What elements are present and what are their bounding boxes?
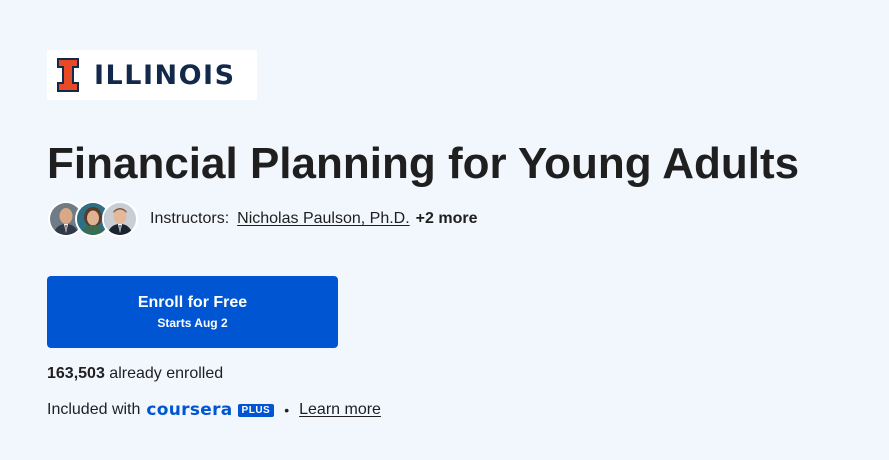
instructors-row: Instructors: Nicholas Paulson, Ph.D. +2 … xyxy=(48,201,477,237)
instructors-label: Instructors: xyxy=(150,210,230,227)
plus-badge: PLUS xyxy=(237,403,275,417)
instructor-link[interactable]: Nicholas Paulson, Ph.D. xyxy=(237,210,410,228)
enrollment-count: 163,503 already enrolled xyxy=(47,363,223,385)
included-prefix: Included with xyxy=(47,401,141,418)
learn-more-link[interactable]: Learn more xyxy=(299,401,381,419)
more-instructors-link[interactable]: +2 more xyxy=(416,210,478,228)
avatar xyxy=(102,201,138,237)
university-logo[interactable]: ILLINOIS xyxy=(47,50,257,100)
included-row: Included with coursera PLUS • Learn more xyxy=(47,399,381,421)
enroll-button[interactable]: Enroll for Free Starts Aug 2 xyxy=(47,276,338,348)
separator-dot: • xyxy=(284,402,290,418)
block-i-icon xyxy=(57,58,79,92)
instructor-avatars[interactable] xyxy=(48,201,142,237)
enroll-start-date: Starts Aug 2 xyxy=(157,316,228,330)
coursera-logo: coursera xyxy=(146,400,233,420)
course-title: Financial Planning for Young Adults xyxy=(47,139,800,188)
enroll-label: Enroll for Free xyxy=(137,294,248,311)
logo-text: ILLINOIS xyxy=(94,59,236,91)
enrolled-suffix: already enrolled xyxy=(109,365,224,382)
enrolled-number: 163,503 xyxy=(47,365,105,382)
